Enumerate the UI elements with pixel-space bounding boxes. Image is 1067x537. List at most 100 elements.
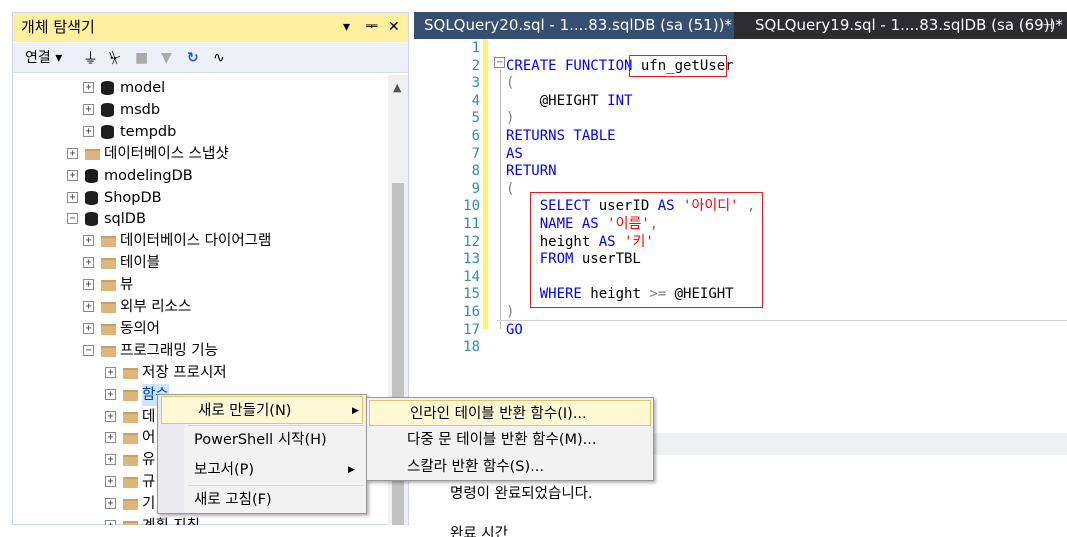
expand-icon[interactable]: + [105,520,116,525]
expand-icon[interactable]: + [83,235,94,247]
connect-button[interactable]: 연결 ▾ [25,43,62,73]
context-menu-item[interactable]: 보고서(P) ▶ [158,456,366,484]
filter-icon[interactable]: ▼ [161,43,172,73]
database-icon [85,168,98,183]
expand-icon[interactable]: + [105,432,116,444]
folder-icon [123,455,138,467]
collapse-toggle-icon[interactable]: − [494,57,505,68]
folder-icon [123,521,138,525]
menu-separator [188,425,364,426]
menu-item-label: PowerShell 시작(H) [194,432,327,448]
tree-node-label: 어 [142,430,156,447]
tree-node[interactable]: + 데이터베이스 다이어그램 [13,230,383,252]
editor-bottom-divider [497,320,1067,321]
new-submenu: 인라인 테이블 반환 함수(I)... 다중 문 테이블 반환 함수(M)... 스… [366,397,654,481]
explorer-toolbar: 연결 ▾ ⏚ ⏧ ■ ▼ ↻ ∿ [13,43,408,73]
expand-icon[interactable]: + [67,147,78,159]
folder-icon [101,258,116,270]
tree-node[interactable]: + 데이터베이스 스냅샷 [13,143,383,165]
expand-icon[interactable]: + [83,125,94,137]
pin-icon[interactable]: ᆍ [365,13,378,42]
collapse-icon[interactable]: − [83,344,94,356]
tab-sqlquery19[interactable]: SQLQuery19.sql - 1....83.sqlDB (sa (69))… [745,12,1067,39]
expand-icon[interactable]: + [83,301,94,312]
tree-node[interactable]: + msdb [13,99,383,121]
code-line: AS [506,146,523,164]
disconnect-icon[interactable]: ⏧ [109,43,121,73]
context-menu-item[interactable]: 새로 만들기(N) ▶ [161,396,363,424]
results-message: 명령이 완료되었습니다. [450,486,593,502]
context-menu: 새로 만들기(N) ▶ PowerShell 시작(H) 보고서(P) ▶ 새로 고침(F… [157,394,367,514]
expand-icon[interactable]: + [105,454,116,466]
expand-icon[interactable]: + [83,279,94,291]
tree-node[interactable]: + 외부 리소스 [13,296,383,318]
submenu-item[interactable]: 스칼라 반환 함수(S)... [367,454,653,480]
tree-node-label: 동의어 [120,320,161,337]
expand-icon[interactable]: + [105,388,116,400]
code-token: GO [506,321,523,338]
collapse-icon[interactable]: − [67,213,78,225]
pin-icon[interactable]: ⊣ [1043,12,1053,39]
tree-node[interactable]: + ShopDB [13,187,383,209]
submenu-item[interactable]: 다중 문 테이블 반환 함수(M)... [367,427,653,453]
function-name-highlight-box [629,55,727,77]
expand-icon[interactable]: + [83,257,94,269]
line-number: 15 [463,286,480,303]
line-number: 10 [463,198,480,215]
scroll-up-arrow-icon[interactable]: ▲ [393,81,401,94]
expand-icon[interactable]: + [83,103,94,115]
line-number: 9 [471,180,480,197]
results-completion-time: 완료 시간 [450,526,508,537]
tree-node[interactable]: + 저장 프로시저 [13,362,383,384]
line-number: 2 [471,57,480,74]
code-line: GO [506,322,523,340]
expand-icon[interactable]: + [105,476,116,488]
folder-icon [123,477,138,489]
expand-icon[interactable]: + [105,366,116,378]
tree-node[interactable]: + model [13,77,383,99]
tree-node[interactable]: + 뷰 [13,274,383,296]
menu-item-label: 보고서(P) [194,462,255,478]
submenu-item[interactable]: 인라인 테이블 반환 함수(I)... [369,400,651,426]
expand-icon[interactable]: + [105,498,116,510]
expand-icon[interactable]: + [67,169,78,181]
tree-node[interactable]: − 프로그래밍 기능 [13,340,383,362]
stop-icon[interactable]: ■ [135,43,148,73]
menu-separator [188,485,364,486]
close-icon[interactable]: ✕ [388,13,400,42]
expand-icon[interactable]: + [83,82,94,93]
tree-node[interactable]: − sqlDB [13,208,383,230]
dropdown-arrow-icon[interactable]: ▾ [343,13,350,42]
code-line: ) [506,304,514,322]
database-icon [101,81,114,95]
line-number: 3 [471,75,480,92]
tab-sqlquery20[interactable]: SQLQuery20.sql - 1....83.sqlDB (sa (51))… [414,12,734,39]
tree-node[interactable]: + tempdb [13,121,383,143]
database-icon [101,102,114,117]
menu-item-label: 새로 고침(F) [194,492,272,508]
expand-icon[interactable]: + [67,191,78,203]
code-token: RETURN [506,163,557,180]
folder-icon [123,411,138,423]
tree-node[interactable]: + 계획 지침 [13,515,383,525]
object-explorer-title-bar: 개체 탐색기 ▾ ᆍ ✕ [13,13,408,42]
expand-icon[interactable]: + [83,322,94,334]
refresh-icon[interactable]: ↻ [187,43,199,73]
tree-node[interactable]: + 동의어 [13,318,383,340]
tree-node[interactable]: + 테이블 [13,252,383,274]
context-menu-item[interactable]: PowerShell 시작(H) [158,426,366,454]
query-editor[interactable]: 1 2 3 4 5 6 7 8 9 10 11 12 13 14 15 16 17 18 CREATE FUNCT… [414,39,1067,441]
activity-monitor-icon[interactable]: ∿ [213,43,225,73]
line-number: 8 [471,163,480,180]
tree-node[interactable]: + modelingDB [13,165,383,187]
code-token: @HEIGHT [506,92,608,109]
folder-icon [123,433,138,445]
database-icon [101,124,114,139]
context-menu-item[interactable]: 새로 고침(F) [158,486,366,514]
expand-icon[interactable]: + [105,410,116,422]
change-tracking-bar [483,39,488,329]
line-number: 5 [471,110,480,127]
connect-plug-icon[interactable]: ⏚ [83,43,98,73]
code-token: AS [506,145,523,162]
code-token: CREATE FUNCTION [506,57,641,74]
